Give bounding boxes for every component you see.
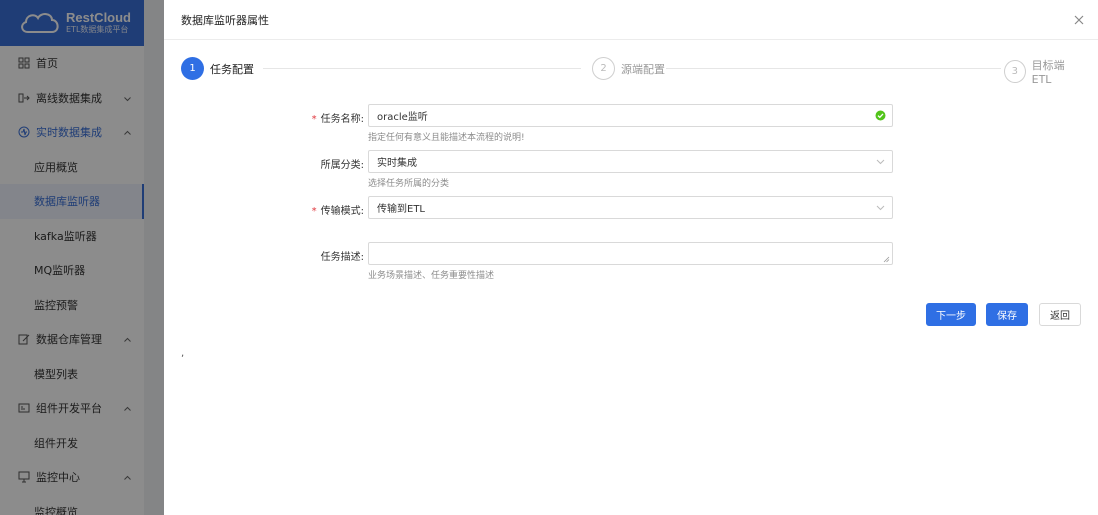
task-desc-textarea[interactable] — [368, 242, 893, 265]
step-number: 2 — [592, 57, 615, 80]
mode-value: 传输到ETL — [377, 204, 425, 215]
required-mark: * — [311, 114, 317, 125]
category-label: 所属分类: — [320, 160, 364, 171]
transfer-mode-select[interactable]: 传输到ETL — [368, 196, 893, 219]
modal-overlay[interactable] — [0, 0, 164, 515]
save-button[interactable]: 保存 — [986, 303, 1028, 326]
next-step-button[interactable]: 下一步 — [926, 303, 976, 326]
desc-hint: 业务场景描述、任务重要性描述 — [368, 271, 495, 281]
category-value: 实时集成 — [377, 158, 417, 169]
resize-grip-icon[interactable] — [883, 255, 890, 263]
step-2[interactable]: 2 源端配置 — [592, 57, 665, 80]
steps-bar: 1 任务配置 2 源端配置 3 目标端ETL — [181, 57, 1081, 86]
category-hint: 选择任务所属的分类 — [368, 179, 450, 189]
drawer-title: 数据库监听器属性 — [181, 13, 269, 27]
name-label: * 任务名称: — [311, 114, 364, 125]
mode-label: * 传输模式: — [311, 206, 364, 217]
desc-label: 任务描述: — [320, 252, 364, 263]
step-1[interactable]: 1 任务配置 — [181, 57, 254, 80]
chevron-down-icon — [875, 156, 886, 167]
stray-comma: , — [181, 348, 185, 359]
drawer-header: 数据库监听器属性 — [164, 0, 1098, 40]
back-button[interactable]: 返回 — [1039, 303, 1081, 326]
chevron-down-icon — [875, 202, 886, 213]
step-label: 任务配置 — [210, 62, 254, 76]
step-connector — [263, 68, 581, 69]
step-3[interactable]: 3 目标端ETL — [1004, 57, 1081, 86]
step-label: 源端配置 — [621, 62, 665, 76]
task-name-input[interactable]: oracle监听 — [368, 104, 893, 127]
category-select[interactable]: 实时集成 — [368, 150, 893, 173]
required-mark: * — [311, 206, 317, 217]
listener-properties-drawer: 数据库监听器属性 1 任务配置 2 源端配置 3 目标端ETL * 任务名称: o… — [164, 0, 1098, 515]
check-circle-icon — [875, 110, 886, 121]
step-number: 1 — [181, 57, 204, 80]
step-label: 目标端ETL — [1031, 59, 1065, 86]
step-number: 3 — [1004, 60, 1026, 83]
task-name-value: oracle监听 — [377, 112, 428, 123]
close-icon[interactable] — [1072, 13, 1086, 27]
step-connector — [666, 68, 1001, 69]
name-hint: 指定任何有意义且能描述本流程的说明! — [368, 133, 525, 143]
